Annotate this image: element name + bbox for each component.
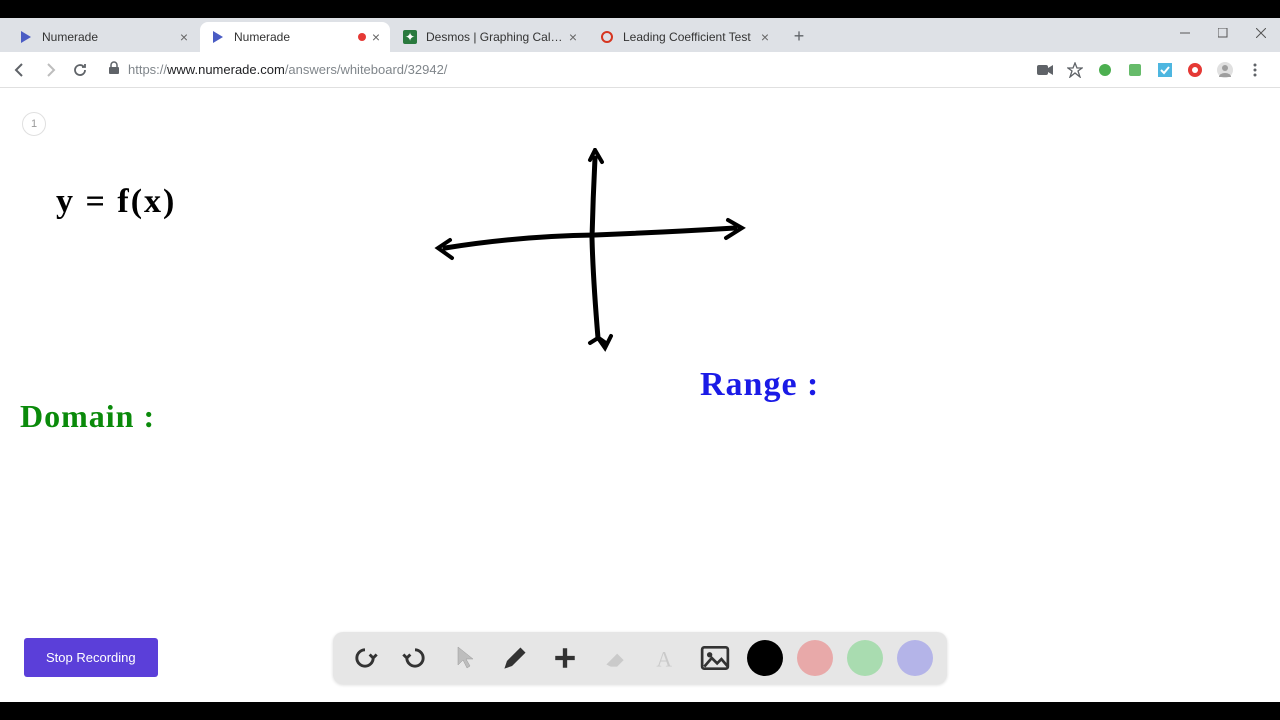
range-label: Range :	[700, 366, 819, 404]
close-icon[interactable]: ×	[761, 30, 769, 44]
close-icon[interactable]: ×	[180, 30, 188, 44]
target-favicon	[599, 29, 615, 45]
color-green[interactable]	[847, 640, 883, 676]
close-icon[interactable]: ×	[372, 30, 380, 44]
pointer-tool[interactable]	[447, 640, 483, 676]
undo-button[interactable]	[347, 640, 383, 676]
back-button[interactable]	[8, 58, 32, 82]
tab-desmos[interactable]: ✦ Desmos | Graphing Calculator ×	[392, 22, 587, 52]
address-bar: https://www.numerade.com/answers/whitebo…	[0, 52, 1280, 88]
pen-tool[interactable]	[497, 640, 533, 676]
domain-label: Domain :	[20, 398, 155, 435]
add-tool[interactable]	[547, 640, 583, 676]
whiteboard-content[interactable]: 1 y = f(x) Domain : Range : Stop Recordi…	[0, 88, 1280, 702]
redo-button[interactable]	[397, 640, 433, 676]
url-text: https://www.numerade.com/answers/whitebo…	[128, 62, 447, 77]
tab-title: Numerade	[234, 30, 352, 44]
text-tool[interactable]: A	[647, 640, 683, 676]
tab-numerade-2-active[interactable]: Numerade ×	[200, 22, 390, 52]
reload-button[interactable]	[68, 58, 92, 82]
minimize-button[interactable]	[1166, 18, 1204, 48]
equation-text: y = f(x)	[56, 183, 176, 221]
numerade-favicon	[18, 29, 34, 45]
tab-title: Leading Coefficient Test	[623, 30, 755, 44]
tab-leading-coefficient[interactable]: Leading Coefficient Test ×	[589, 22, 779, 52]
tab-title: Numerade	[42, 30, 174, 44]
axes-drawing	[430, 148, 760, 358]
eraser-tool[interactable]	[597, 640, 633, 676]
numerade-favicon	[210, 29, 226, 45]
menu-icon[interactable]	[1246, 61, 1264, 79]
forward-button[interactable]	[38, 58, 62, 82]
maximize-button[interactable]	[1204, 18, 1242, 48]
recording-indicator-icon	[358, 33, 366, 41]
profile-avatar-icon[interactable]	[1216, 61, 1234, 79]
new-tab-button[interactable]: +	[785, 22, 813, 50]
extension-shield-icon[interactable]	[1126, 61, 1144, 79]
whiteboard-toolbar: A	[333, 632, 947, 684]
color-black[interactable]	[747, 640, 783, 676]
camera-icon[interactable]	[1036, 61, 1054, 79]
desmos-favicon: ✦	[402, 29, 418, 45]
extension-red-icon[interactable]	[1186, 61, 1204, 79]
tab-numerade-1[interactable]: Numerade ×	[8, 22, 198, 52]
star-icon[interactable]	[1066, 61, 1084, 79]
lock-icon	[108, 61, 120, 78]
extension-green-icon[interactable]	[1096, 61, 1114, 79]
extension-check-icon[interactable]	[1156, 61, 1174, 79]
extension-area	[1036, 61, 1272, 79]
canvas[interactable]: y = f(x) Domain : Range :	[0, 88, 1280, 702]
color-purple[interactable]	[897, 640, 933, 676]
url-input[interactable]: https://www.numerade.com/answers/whitebo…	[98, 56, 1030, 84]
close-icon[interactable]: ×	[569, 30, 577, 44]
svg-text:A: A	[656, 648, 672, 671]
stop-recording-button[interactable]: Stop Recording	[24, 638, 158, 677]
color-pink[interactable]	[797, 640, 833, 676]
image-tool[interactable]	[697, 640, 733, 676]
close-window-button[interactable]	[1242, 18, 1280, 48]
tab-bar: Numerade × Numerade × ✦ Desmos | Graphin…	[0, 18, 1280, 52]
tab-title: Desmos | Graphing Calculator	[426, 30, 563, 44]
